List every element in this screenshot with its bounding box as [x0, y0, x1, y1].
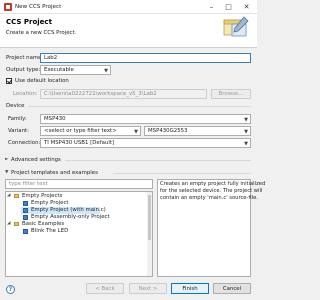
wizard-banner-icon	[223, 16, 249, 37]
connection-value: TI MSP430 USB1 [Default]	[44, 140, 115, 146]
variant-filter-select[interactable]: <select or type filter text> ▼	[40, 126, 141, 136]
output-type-select[interactable]: Executable ▼	[40, 65, 111, 75]
project-name-label: Project name:	[6, 55, 44, 61]
advanced-settings-toggle[interactable]: Advanced settings	[11, 157, 61, 163]
window-title: New CCS Project	[15, 3, 62, 10]
ccs-app-icon	[4, 3, 12, 11]
page-description: Create a new CCS Project.	[6, 30, 77, 36]
maximize-icon[interactable]: □	[222, 2, 235, 12]
location-label: Location:	[13, 91, 38, 97]
folder-icon	[14, 194, 19, 198]
chevron-down-icon: ▼	[104, 68, 108, 74]
chevron-down-icon: ▼	[244, 117, 248, 123]
browse-button[interactable]: Browse...	[211, 89, 251, 99]
use-default-location-label: Use default location	[15, 78, 69, 84]
variant-value: MSP430G2553	[148, 128, 188, 134]
use-default-location-checkbox[interactable]	[6, 78, 12, 84]
tree-item[interactable]: Empty Assembly-only Project	[31, 214, 110, 220]
project-icon	[23, 229, 28, 234]
close-icon[interactable]: ✕	[240, 2, 253, 12]
chevron-down-icon[interactable]: ◢	[7, 221, 10, 227]
template-description-line: contain an empty 'main.c' source-file.	[160, 195, 258, 201]
tree-item[interactable]: Blink The LED	[31, 228, 68, 234]
device-section-label: Device	[6, 103, 25, 109]
tree-item-selected[interactable]: Empty Project (with main.c)	[31, 207, 106, 213]
finish-button[interactable]: Finish	[171, 283, 209, 294]
family-value: MSP430	[44, 116, 66, 122]
back-button[interactable]: < Back	[86, 283, 124, 294]
chevron-down-icon[interactable]: ◢	[7, 193, 10, 199]
template-description-line: for the selected device. The project wil…	[160, 188, 263, 194]
tree-scrollbar[interactable]	[147, 192, 152, 276]
next-button[interactable]: Next >	[129, 283, 167, 294]
location-value: C:\Users\a0222721\workspace_v5_3\Lab2	[44, 91, 157, 97]
connection-label: Connection:	[8, 140, 41, 146]
chevron-down-icon: ▼	[134, 129, 138, 135]
project-name-field[interactable]: Lab2	[40, 53, 251, 63]
device-separator	[28, 106, 251, 107]
project-icon	[23, 208, 28, 213]
variant-label: Variant:	[8, 128, 29, 134]
template-description-line: Creates an empty project fully initializ…	[160, 181, 266, 187]
family-select[interactable]: MSP430 ▼	[40, 114, 251, 124]
family-label: Family:	[8, 116, 27, 122]
minimize-icon[interactable]: –	[205, 2, 218, 12]
templates-separator	[113, 173, 251, 174]
variant-filter-value: <select or type filter text>	[44, 128, 117, 134]
chevron-down-icon: ▼	[244, 141, 248, 147]
tree-item[interactable]: Empty Projects	[22, 193, 62, 199]
tree-scrollbar-thumb[interactable]	[148, 195, 151, 240]
templates-toggle[interactable]: Project templates and examples	[11, 170, 98, 176]
location-field[interactable]: C:\Users\a0222721\workspace_v5_3\Lab2	[40, 89, 207, 99]
tree-item[interactable]: Basic Examples	[22, 221, 64, 227]
template-filter-input[interactable]: type filter text	[5, 179, 153, 189]
advanced-separator	[65, 160, 251, 161]
cancel-button[interactable]: Cancel	[213, 283, 251, 294]
project-name-value: Lab2	[44, 55, 58, 61]
variant-select[interactable]: MSP430G2553 ▼	[144, 126, 251, 136]
project-icon	[23, 215, 28, 220]
output-type-label: Output type:	[6, 67, 41, 73]
chevron-right-icon[interactable]: ►	[5, 157, 8, 163]
chevron-down-icon: ▼	[244, 129, 248, 135]
page-title: CCS Project	[6, 18, 52, 26]
project-icon	[23, 201, 28, 206]
template-filter-placeholder: type filter text	[9, 181, 48, 187]
connection-select[interactable]: TI MSP430 USB1 [Default] ▼	[40, 138, 251, 148]
help-icon[interactable]: ?	[6, 285, 15, 294]
folder-icon	[14, 222, 19, 226]
chevron-down-icon[interactable]: ▼	[5, 170, 8, 176]
output-type-value: Executable	[44, 67, 74, 73]
